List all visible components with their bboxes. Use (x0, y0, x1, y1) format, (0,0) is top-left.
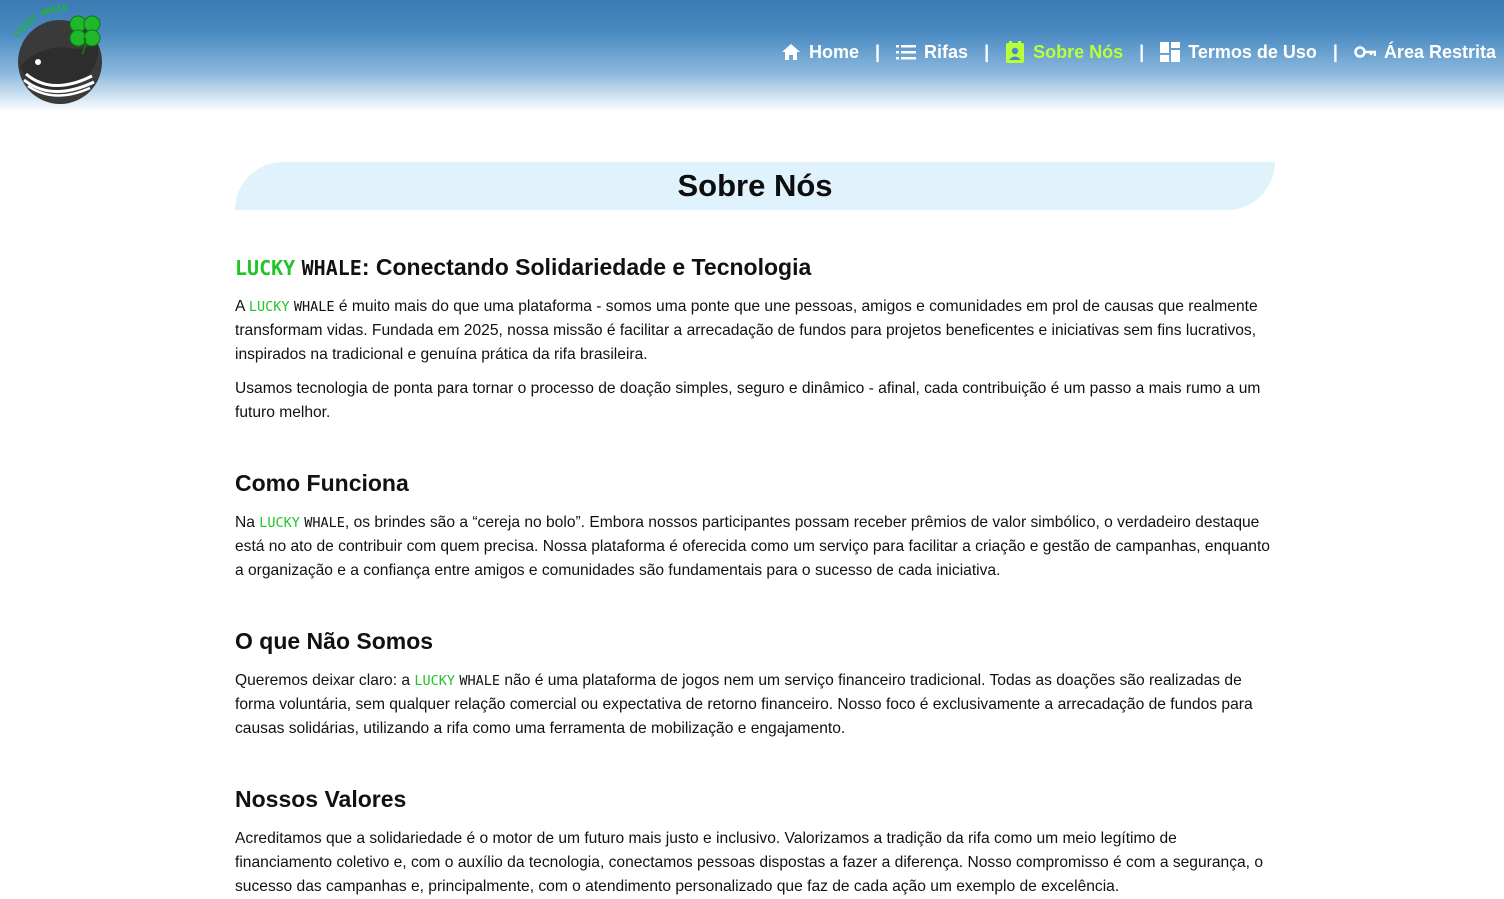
intro-paragraph-2: Usamos tecnologia de ponta para tornar o… (235, 377, 1275, 425)
brand-whale: WHALE (293, 299, 335, 315)
values-p: Acreditamos que a solidariedade é o moto… (235, 830, 1263, 895)
nav-termos[interactable]: Termos de Uso (1160, 42, 1317, 63)
how-section: Como Funciona (235, 470, 1275, 497)
intro-p1-post: é muito mais do que uma plataforma - som… (235, 298, 1258, 363)
intro-p2: Usamos tecnologia de ponta para tornar o… (235, 380, 1261, 421)
brand-lucky: LUCKY (235, 256, 296, 280)
nav-termos-label: Termos de Uso (1188, 41, 1317, 62)
not-p-pre: Queremos deixar claro: a (235, 672, 415, 689)
nav-sobre-nos-label: Sobre Nós (1033, 41, 1124, 62)
brand-whale: WHALE (459, 673, 501, 689)
nav-home[interactable]: Home (781, 42, 859, 63)
intro-heading: LUCKY WHALE: Conectando Solidariedade e … (235, 254, 1275, 281)
nav-rifas[interactable]: Rifas (896, 42, 968, 63)
intro-p1-pre: A (235, 298, 249, 315)
nav-area-restrita-label: Área Restrita (1383, 41, 1496, 62)
page-title-banner: Sobre Nós (235, 162, 1275, 210)
brand-whale: WHALE (301, 256, 362, 280)
nav-separator: | (875, 41, 881, 62)
nav-separator: | (984, 41, 990, 62)
not-paragraph: Queremos deixar claro: a LUCKY WHALE não… (235, 669, 1275, 741)
how-p-post: , os brindes são a “cereja no bolo”. Emb… (235, 514, 1270, 579)
not-section: O que Não Somos (235, 628, 1275, 655)
dashboard-icon (1160, 42, 1181, 62)
brand-lucky: LUCKY (248, 299, 290, 315)
main-content: Sobre Nós (235, 162, 1275, 210)
site-header: LUCKY WHALE Home | Rifas | Sobre Nós | T… (0, 0, 1504, 112)
values-paragraph: Acreditamos que a solidariedade é o moto… (235, 827, 1275, 899)
nav-separator: | (1332, 41, 1338, 62)
intro-section: LUCKY WHALE: Conectando Solidariedade e … (235, 254, 1275, 281)
nav-sobre-nos[interactable]: Sobre Nós (1005, 41, 1123, 63)
how-heading: Como Funciona (235, 470, 409, 496)
how-paragraph: Na LUCKY WHALE, os brindes são a “cereja… (235, 511, 1275, 583)
home-icon (781, 44, 800, 60)
nav-area-restrita[interactable]: Área Restrita (1354, 42, 1496, 63)
intro-paragraph-1: A LUCKY WHALE é muito mais do que uma pl… (235, 295, 1275, 367)
contact-card-icon (1006, 41, 1025, 63)
nav-home-label: Home (808, 41, 859, 62)
intro-heading-text: : Conectando Solidariedade e Tecnologia (361, 254, 812, 280)
main-nav: Home | Rifas | Sobre Nós | Termos de Uso… (781, 38, 1496, 66)
brand-whale: WHALE (304, 515, 345, 531)
values-heading: Nossos Valores (235, 786, 407, 812)
nav-rifas-label: Rifas (924, 41, 969, 62)
page-title: Sobre Nós (677, 168, 833, 203)
not-heading: O que Não Somos (235, 628, 434, 654)
key-icon (1354, 46, 1376, 58)
brand-lucky: LUCKY (259, 515, 300, 531)
nav-separator: | (1139, 41, 1145, 62)
values-section: Nossos Valores (235, 786, 1275, 813)
how-p-pre: Na (235, 514, 260, 531)
lucky-whale-logo[interactable]: LUCKY WHALE (12, 3, 108, 104)
brand-lucky: LUCKY (414, 673, 456, 689)
list-icon (896, 45, 917, 60)
